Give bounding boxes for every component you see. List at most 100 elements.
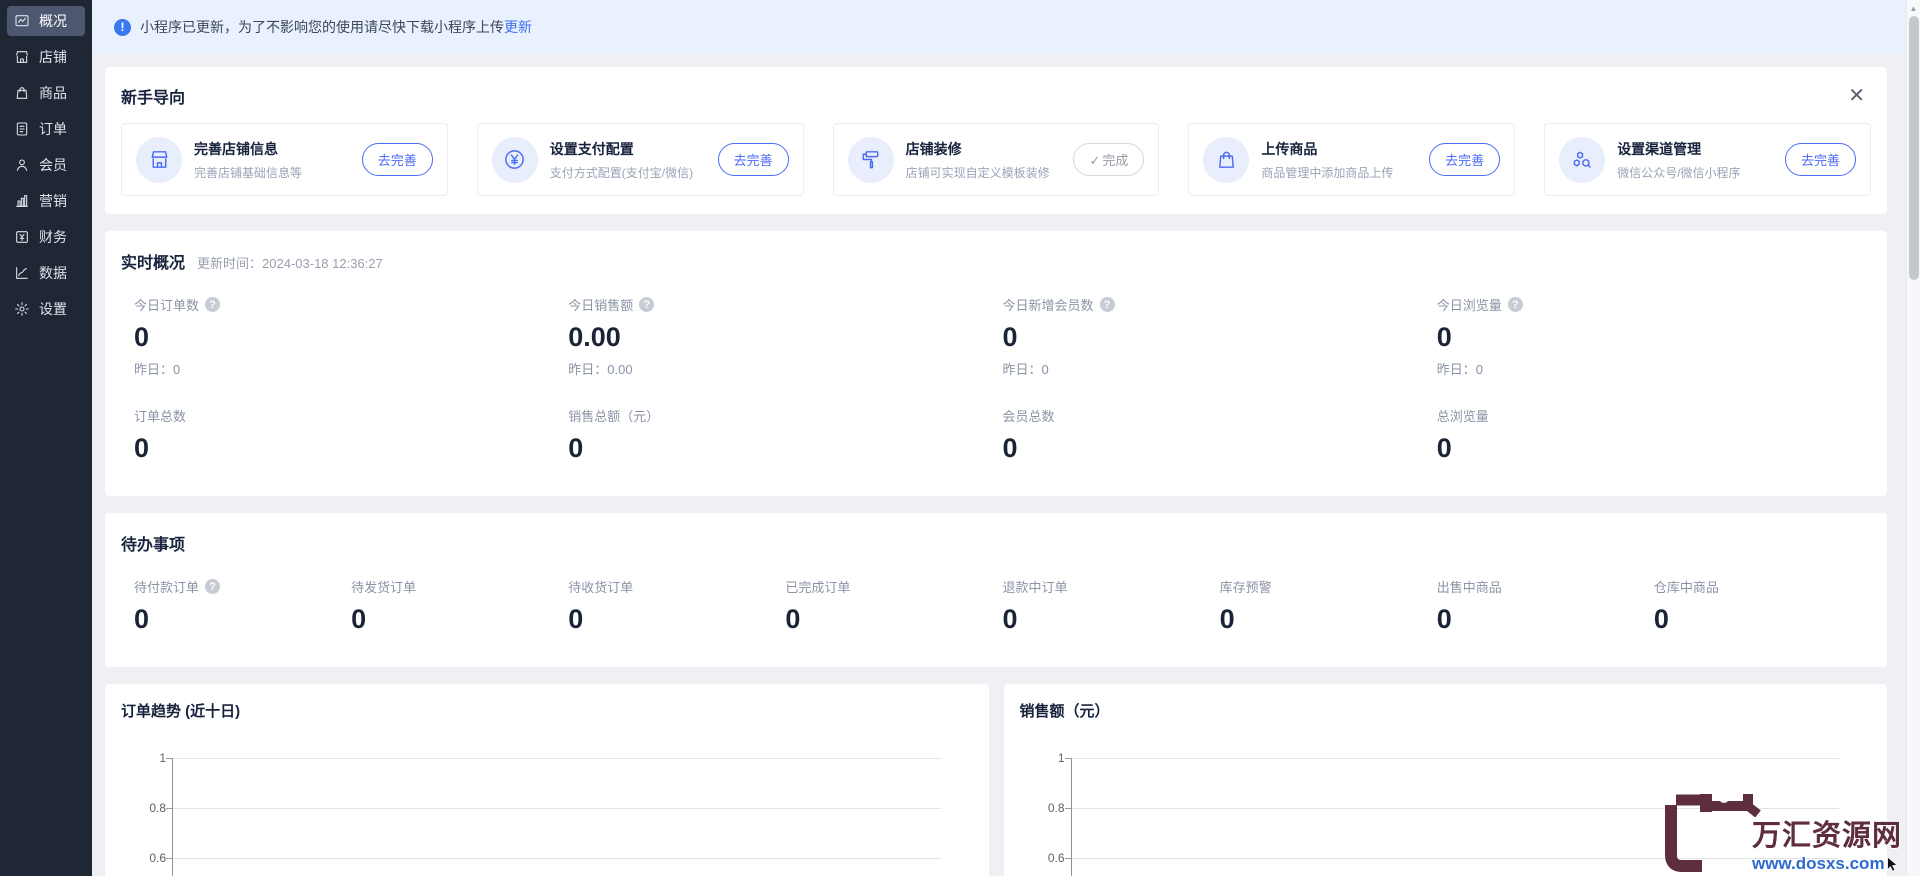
y-axis-tick: 0.8 [149,801,166,815]
sidebar-item-marketing[interactable]: 营销 [7,186,85,216]
go-complete-button[interactable]: 去完善 [717,143,789,176]
guide-item-title: 店铺装修 [905,140,962,157]
goods-icon [16,87,28,99]
sidebar-item-overview[interactable]: 概况 [7,6,85,36]
todo-pending-payment: 待付款订单? 0 [134,577,351,641]
sidebar-item-settings[interactable]: 设置 [7,294,85,324]
stat-yesterday: 昨日：0 [1436,362,1483,377]
todo-value: 0 [134,604,150,634]
todo-value: 0 [568,604,584,634]
guide-item-subtitle: 完善店铺基础信息等 [194,165,303,180]
y-axis-tick: 0.8 [1047,801,1065,815]
close-icon[interactable]: ✕ [1842,84,1871,108]
y-axis-tick: 1 [1057,751,1065,765]
guide-item-title: 上传商品 [1261,140,1318,157]
stat-value: 0 [1002,433,1018,463]
info-icon: ! [114,18,131,36]
content: 新手导向 ✕ 完善店铺信息 完善店铺基础信息等 去完善 设置支付配置 支付方式配… [92,54,1920,876]
guide-item-subtitle: 商品管理中添加商品上传 [1261,165,1394,180]
todo-card: 待办事项 待付款订单? 0 待发货订单 0 待收货订单 0 已完成订单 0 退款… [105,513,1887,667]
guide-item-title: 设置渠道管理 [1617,140,1702,157]
y-axis-tick: 0.6 [1047,851,1065,865]
todo-refunding-orders: 退款中订单 0 [1003,577,1220,641]
stat-total-orders: 订单总数 0 [134,406,568,470]
upload-goods-icon [1203,136,1250,183]
stat-today-sales: 今日销售额? 0.00 昨日：0.00 [568,295,1002,378]
order-trend-chart-plot: 1 0.8 0.6 0.4 [116,751,941,876]
sidebar-item-data[interactable]: 数据 [7,258,85,288]
todo-pending-receipt: 待收货订单 0 [568,577,785,641]
stat-value: 0 [134,433,150,463]
order-trend-chart-title: 订单趋势 (近十日) [121,703,241,720]
main-area: ! 小程序已更新，为了不影响您的使用请尽快下载小程序上传 更新 新手导向 ✕ 完… [92,0,1920,876]
help-icon[interactable]: ? [1099,297,1115,312]
scrollbar-thumb[interactable] [1909,16,1919,280]
todo-title: 待办事项 [121,537,186,554]
settings-icon [15,302,29,316]
todo-value: 0 [1002,604,1018,634]
vertical-scrollbar[interactable]: ▲ [1906,0,1920,876]
guide-item-subtitle: 微信公众号/微信小程序 [1617,165,1741,180]
stat-value: 0 [1436,433,1452,463]
sidebar-item-goods[interactable]: 商品 [7,78,85,108]
sidebar-item-label: 会员 [39,157,67,173]
y-axis-tick: 0.6 [149,851,166,865]
todo-pending-shipment: 待发货订单 0 [351,577,568,641]
update-link[interactable]: 更新 [504,17,532,37]
guide-item-title: 设置支付配置 [549,140,634,157]
overview-icon [15,15,29,27]
update-notice-bar: ! 小程序已更新，为了不影响您的使用请尽快下载小程序上传 更新 [92,0,1920,54]
sidebar-item-members[interactable]: 会员 [7,150,85,180]
todo-stock-warning: 库存预警 0 [1220,577,1437,641]
shop-icon [16,51,28,63]
channel-icon [1559,136,1606,183]
guide-item-shop-info: 完善店铺信息 完善店铺基础信息等 去完善 [121,123,448,196]
watermark-url: www.dosxs.com [1752,854,1899,874]
help-icon[interactable]: ? [205,579,221,594]
sidebar-item-shop[interactable]: 店铺 [7,42,85,72]
sidebar-item-label: 财务 [39,229,67,245]
sidebar-item-label: 概况 [39,13,67,29]
notice-text: 小程序已更新，为了不影响您的使用请尽快下载小程序上传 [140,19,504,35]
y-axis-tick: 1 [159,751,166,765]
stat-total-members: 会员总数 0 [1003,406,1437,470]
help-icon[interactable]: ? [205,297,221,312]
guide-item-subtitle: 支付方式配置(支付宝/微信) [549,165,694,180]
scrollbar-up-arrow-icon[interactable]: ▲ [1907,0,1920,13]
sidebar-item-label: 设置 [39,301,67,317]
members-icon [16,159,28,171]
y-axis-line [1070,758,1072,876]
check-icon: ✓ [1089,153,1101,168]
y-axis-line [172,758,173,876]
todo-value: 0 [785,604,801,634]
go-complete-button[interactable]: 去完善 [1429,143,1501,176]
stat-today-orders: 今日订单数? 0 昨日：0 [134,295,568,378]
guide-item-payment: 设置支付配置 支付方式配置(支付宝/微信) 去完善 [476,123,804,196]
help-icon[interactable]: ? [639,297,655,312]
todo-value: 0 [351,604,367,634]
todo-grid: 待付款订单? 0 待发货订单 0 待收货订单 0 已完成订单 0 退款中订单 0… [121,577,1871,641]
todo-value: 0 [1653,604,1669,634]
go-complete-button[interactable]: 去完善 [361,143,433,176]
todo-value: 0 [1436,604,1452,634]
todo-warehouse-goods: 仓库中商品 0 [1654,577,1871,641]
stat-today-new-members: 今日新增会员数? 0 昨日：0 [1003,295,1437,378]
total-stats-row: 订单总数 0 销售总额（元） 0 会员总数 0 总浏览量 0 [121,406,1871,470]
guide-item-decorate: 店铺装修 店铺可实现自定义模板装修 ✓ 完成 [832,123,1160,196]
stat-yesterday: 昨日：0.00 [568,362,633,377]
todo-on-sale-goods: 出售中商品 0 [1437,577,1654,641]
admin-dashboard: 概况 店铺 商品 订单 会员 营销 财务 数据 设置 ! 小程序已更新，为了不影… [0,0,1920,876]
stat-yesterday: 昨日：0 [1002,362,1049,377]
stat-total-views: 总浏览量 0 [1437,406,1871,470]
stat-yesterday: 昨日：0 [134,362,181,377]
stat-value: 0.00 [568,322,621,352]
guide-item-subtitle: 店铺可实现自定义模板装修 [905,165,1050,180]
sidebar-item-finance[interactable]: 财务 [7,222,85,252]
cursor-icon [1886,856,1898,872]
sidebar-item-orders[interactable]: 订单 [7,114,85,144]
watermark-logo-icon [1664,793,1761,872]
help-icon[interactable]: ? [1507,297,1523,312]
go-complete-button[interactable]: 去完善 [1784,143,1856,176]
sidebar: 概况 店铺 商品 订单 会员 营销 财务 数据 设置 [0,0,92,876]
done-button[interactable]: ✓ 完成 [1073,143,1145,176]
